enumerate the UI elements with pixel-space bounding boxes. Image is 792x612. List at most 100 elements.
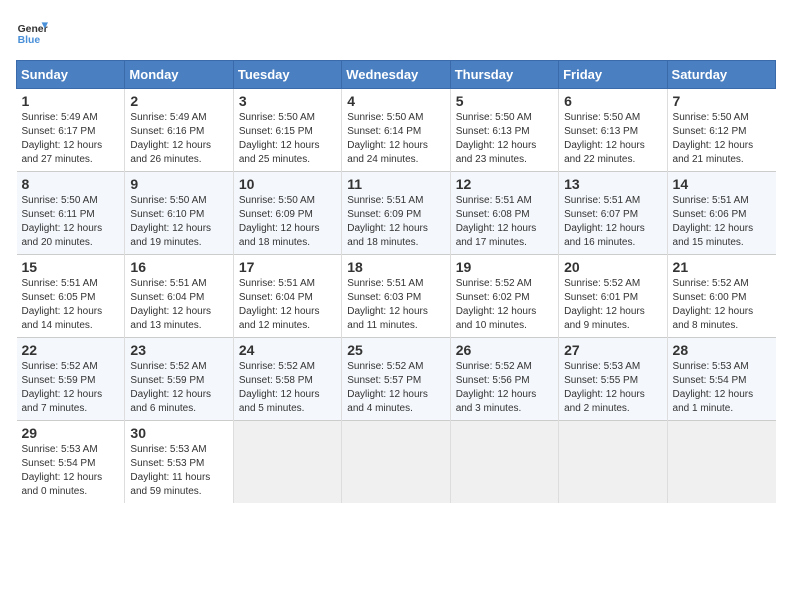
day-info: Sunrise: 5:51 AMSunset: 6:03 PMDaylight:… — [347, 277, 444, 333]
calendar-cell: 17 Sunrise: 5:51 AMSunset: 6:04 PMDaylig… — [233, 255, 341, 338]
day-number: 22 — [22, 342, 120, 358]
day-info: Sunrise: 5:52 AMSunset: 5:57 PMDaylight:… — [347, 360, 444, 416]
day-number: 15 — [22, 259, 120, 275]
calendar-table: SundayMondayTuesdayWednesdayThursdayFrid… — [16, 60, 776, 503]
calendar-week-5: 29 Sunrise: 5:53 AMSunset: 5:54 PMDaylig… — [17, 421, 776, 504]
day-number: 1 — [22, 93, 120, 109]
calendar-cell: 6 Sunrise: 5:50 AMSunset: 6:13 PMDayligh… — [559, 89, 667, 172]
day-number: 24 — [239, 342, 336, 358]
day-number: 11 — [347, 176, 444, 192]
weekday-header-sunday: Sunday — [17, 61, 125, 89]
day-info: Sunrise: 5:51 AMSunset: 6:08 PMDaylight:… — [456, 194, 553, 250]
day-info: Sunrise: 5:52 AMSunset: 6:01 PMDaylight:… — [564, 277, 661, 333]
weekday-header-monday: Monday — [125, 61, 233, 89]
calendar-cell: 10 Sunrise: 5:50 AMSunset: 6:09 PMDaylig… — [233, 172, 341, 255]
day-info: Sunrise: 5:51 AMSunset: 6:04 PMDaylight:… — [130, 277, 227, 333]
calendar-cell: 24 Sunrise: 5:52 AMSunset: 5:58 PMDaylig… — [233, 338, 341, 421]
day-info: Sunrise: 5:50 AMSunset: 6:15 PMDaylight:… — [239, 111, 336, 167]
day-info: Sunrise: 5:52 AMSunset: 5:58 PMDaylight:… — [239, 360, 336, 416]
day-number: 21 — [673, 259, 771, 275]
day-number: 5 — [456, 93, 553, 109]
day-number: 7 — [673, 93, 771, 109]
calendar-cell: 14 Sunrise: 5:51 AMSunset: 6:06 PMDaylig… — [667, 172, 775, 255]
calendar-week-2: 8 Sunrise: 5:50 AMSunset: 6:11 PMDayligh… — [17, 172, 776, 255]
day-number: 26 — [456, 342, 553, 358]
day-number: 8 — [22, 176, 120, 192]
day-number: 3 — [239, 93, 336, 109]
calendar-week-3: 15 Sunrise: 5:51 AMSunset: 6:05 PMDaylig… — [17, 255, 776, 338]
day-info: Sunrise: 5:52 AMSunset: 5:59 PMDaylight:… — [130, 360, 227, 416]
calendar-cell: 15 Sunrise: 5:51 AMSunset: 6:05 PMDaylig… — [17, 255, 125, 338]
calendar-cell — [667, 421, 775, 504]
calendar-cell: 7 Sunrise: 5:50 AMSunset: 6:12 PMDayligh… — [667, 89, 775, 172]
calendar-cell — [559, 421, 667, 504]
calendar-cell: 13 Sunrise: 5:51 AMSunset: 6:07 PMDaylig… — [559, 172, 667, 255]
day-number: 2 — [130, 93, 227, 109]
day-info: Sunrise: 5:52 AMSunset: 5:56 PMDaylight:… — [456, 360, 553, 416]
calendar-cell: 30 Sunrise: 5:53 AMSunset: 5:53 PMDaylig… — [125, 421, 233, 504]
svg-text:Blue: Blue — [18, 35, 41, 46]
day-number: 27 — [564, 342, 661, 358]
calendar-cell: 27 Sunrise: 5:53 AMSunset: 5:55 PMDaylig… — [559, 338, 667, 421]
day-number: 19 — [456, 259, 553, 275]
day-number: 10 — [239, 176, 336, 192]
logo-icon: General Blue — [16, 16, 48, 48]
day-number: 25 — [347, 342, 444, 358]
calendar-cell: 3 Sunrise: 5:50 AMSunset: 6:15 PMDayligh… — [233, 89, 341, 172]
calendar-cell: 28 Sunrise: 5:53 AMSunset: 5:54 PMDaylig… — [667, 338, 775, 421]
day-info: Sunrise: 5:51 AMSunset: 6:06 PMDaylight:… — [673, 194, 771, 250]
day-info: Sunrise: 5:50 AMSunset: 6:12 PMDaylight:… — [673, 111, 771, 167]
calendar-cell: 11 Sunrise: 5:51 AMSunset: 6:09 PMDaylig… — [342, 172, 450, 255]
day-info: Sunrise: 5:50 AMSunset: 6:13 PMDaylight:… — [564, 111, 661, 167]
day-info: Sunrise: 5:49 AMSunset: 6:16 PMDaylight:… — [130, 111, 227, 167]
logo: General Blue — [16, 16, 48, 48]
day-info: Sunrise: 5:50 AMSunset: 6:09 PMDaylight:… — [239, 194, 336, 250]
day-info: Sunrise: 5:52 AMSunset: 6:02 PMDaylight:… — [456, 277, 553, 333]
page-header: General Blue — [16, 16, 776, 48]
day-number: 14 — [673, 176, 771, 192]
day-info: Sunrise: 5:50 AMSunset: 6:11 PMDaylight:… — [22, 194, 120, 250]
calendar-cell — [342, 421, 450, 504]
calendar-cell: 9 Sunrise: 5:50 AMSunset: 6:10 PMDayligh… — [125, 172, 233, 255]
calendar-week-4: 22 Sunrise: 5:52 AMSunset: 5:59 PMDaylig… — [17, 338, 776, 421]
calendar-cell: 29 Sunrise: 5:53 AMSunset: 5:54 PMDaylig… — [17, 421, 125, 504]
day-info: Sunrise: 5:50 AMSunset: 6:10 PMDaylight:… — [130, 194, 227, 250]
day-info: Sunrise: 5:52 AMSunset: 6:00 PMDaylight:… — [673, 277, 771, 333]
weekday-header-tuesday: Tuesday — [233, 61, 341, 89]
day-info: Sunrise: 5:50 AMSunset: 6:13 PMDaylight:… — [456, 111, 553, 167]
day-number: 4 — [347, 93, 444, 109]
day-number: 20 — [564, 259, 661, 275]
calendar-cell: 16 Sunrise: 5:51 AMSunset: 6:04 PMDaylig… — [125, 255, 233, 338]
day-number: 16 — [130, 259, 227, 275]
calendar-cell: 26 Sunrise: 5:52 AMSunset: 5:56 PMDaylig… — [450, 338, 558, 421]
calendar-cell: 22 Sunrise: 5:52 AMSunset: 5:59 PMDaylig… — [17, 338, 125, 421]
day-number: 28 — [673, 342, 771, 358]
calendar-cell: 2 Sunrise: 5:49 AMSunset: 6:16 PMDayligh… — [125, 89, 233, 172]
calendar-cell: 25 Sunrise: 5:52 AMSunset: 5:57 PMDaylig… — [342, 338, 450, 421]
calendar-cell: 8 Sunrise: 5:50 AMSunset: 6:11 PMDayligh… — [17, 172, 125, 255]
calendar-cell: 20 Sunrise: 5:52 AMSunset: 6:01 PMDaylig… — [559, 255, 667, 338]
day-number: 13 — [564, 176, 661, 192]
day-number: 30 — [130, 425, 227, 441]
day-number: 9 — [130, 176, 227, 192]
day-info: Sunrise: 5:53 AMSunset: 5:55 PMDaylight:… — [564, 360, 661, 416]
day-number: 23 — [130, 342, 227, 358]
day-number: 6 — [564, 93, 661, 109]
day-info: Sunrise: 5:51 AMSunset: 6:04 PMDaylight:… — [239, 277, 336, 333]
day-number: 12 — [456, 176, 553, 192]
weekday-header-saturday: Saturday — [667, 61, 775, 89]
calendar-cell: 18 Sunrise: 5:51 AMSunset: 6:03 PMDaylig… — [342, 255, 450, 338]
day-info: Sunrise: 5:51 AMSunset: 6:07 PMDaylight:… — [564, 194, 661, 250]
calendar-cell — [233, 421, 341, 504]
calendar-cell: 1 Sunrise: 5:49 AMSunset: 6:17 PMDayligh… — [17, 89, 125, 172]
day-number: 17 — [239, 259, 336, 275]
day-info: Sunrise: 5:51 AMSunset: 6:05 PMDaylight:… — [22, 277, 120, 333]
day-info: Sunrise: 5:49 AMSunset: 6:17 PMDaylight:… — [22, 111, 120, 167]
day-info: Sunrise: 5:53 AMSunset: 5:53 PMDaylight:… — [130, 443, 227, 499]
day-info: Sunrise: 5:53 AMSunset: 5:54 PMDaylight:… — [673, 360, 771, 416]
weekday-header-row: SundayMondayTuesdayWednesdayThursdayFrid… — [17, 61, 776, 89]
calendar-cell: 5 Sunrise: 5:50 AMSunset: 6:13 PMDayligh… — [450, 89, 558, 172]
calendar-cell: 4 Sunrise: 5:50 AMSunset: 6:14 PMDayligh… — [342, 89, 450, 172]
day-info: Sunrise: 5:53 AMSunset: 5:54 PMDaylight:… — [22, 443, 120, 499]
day-number: 18 — [347, 259, 444, 275]
